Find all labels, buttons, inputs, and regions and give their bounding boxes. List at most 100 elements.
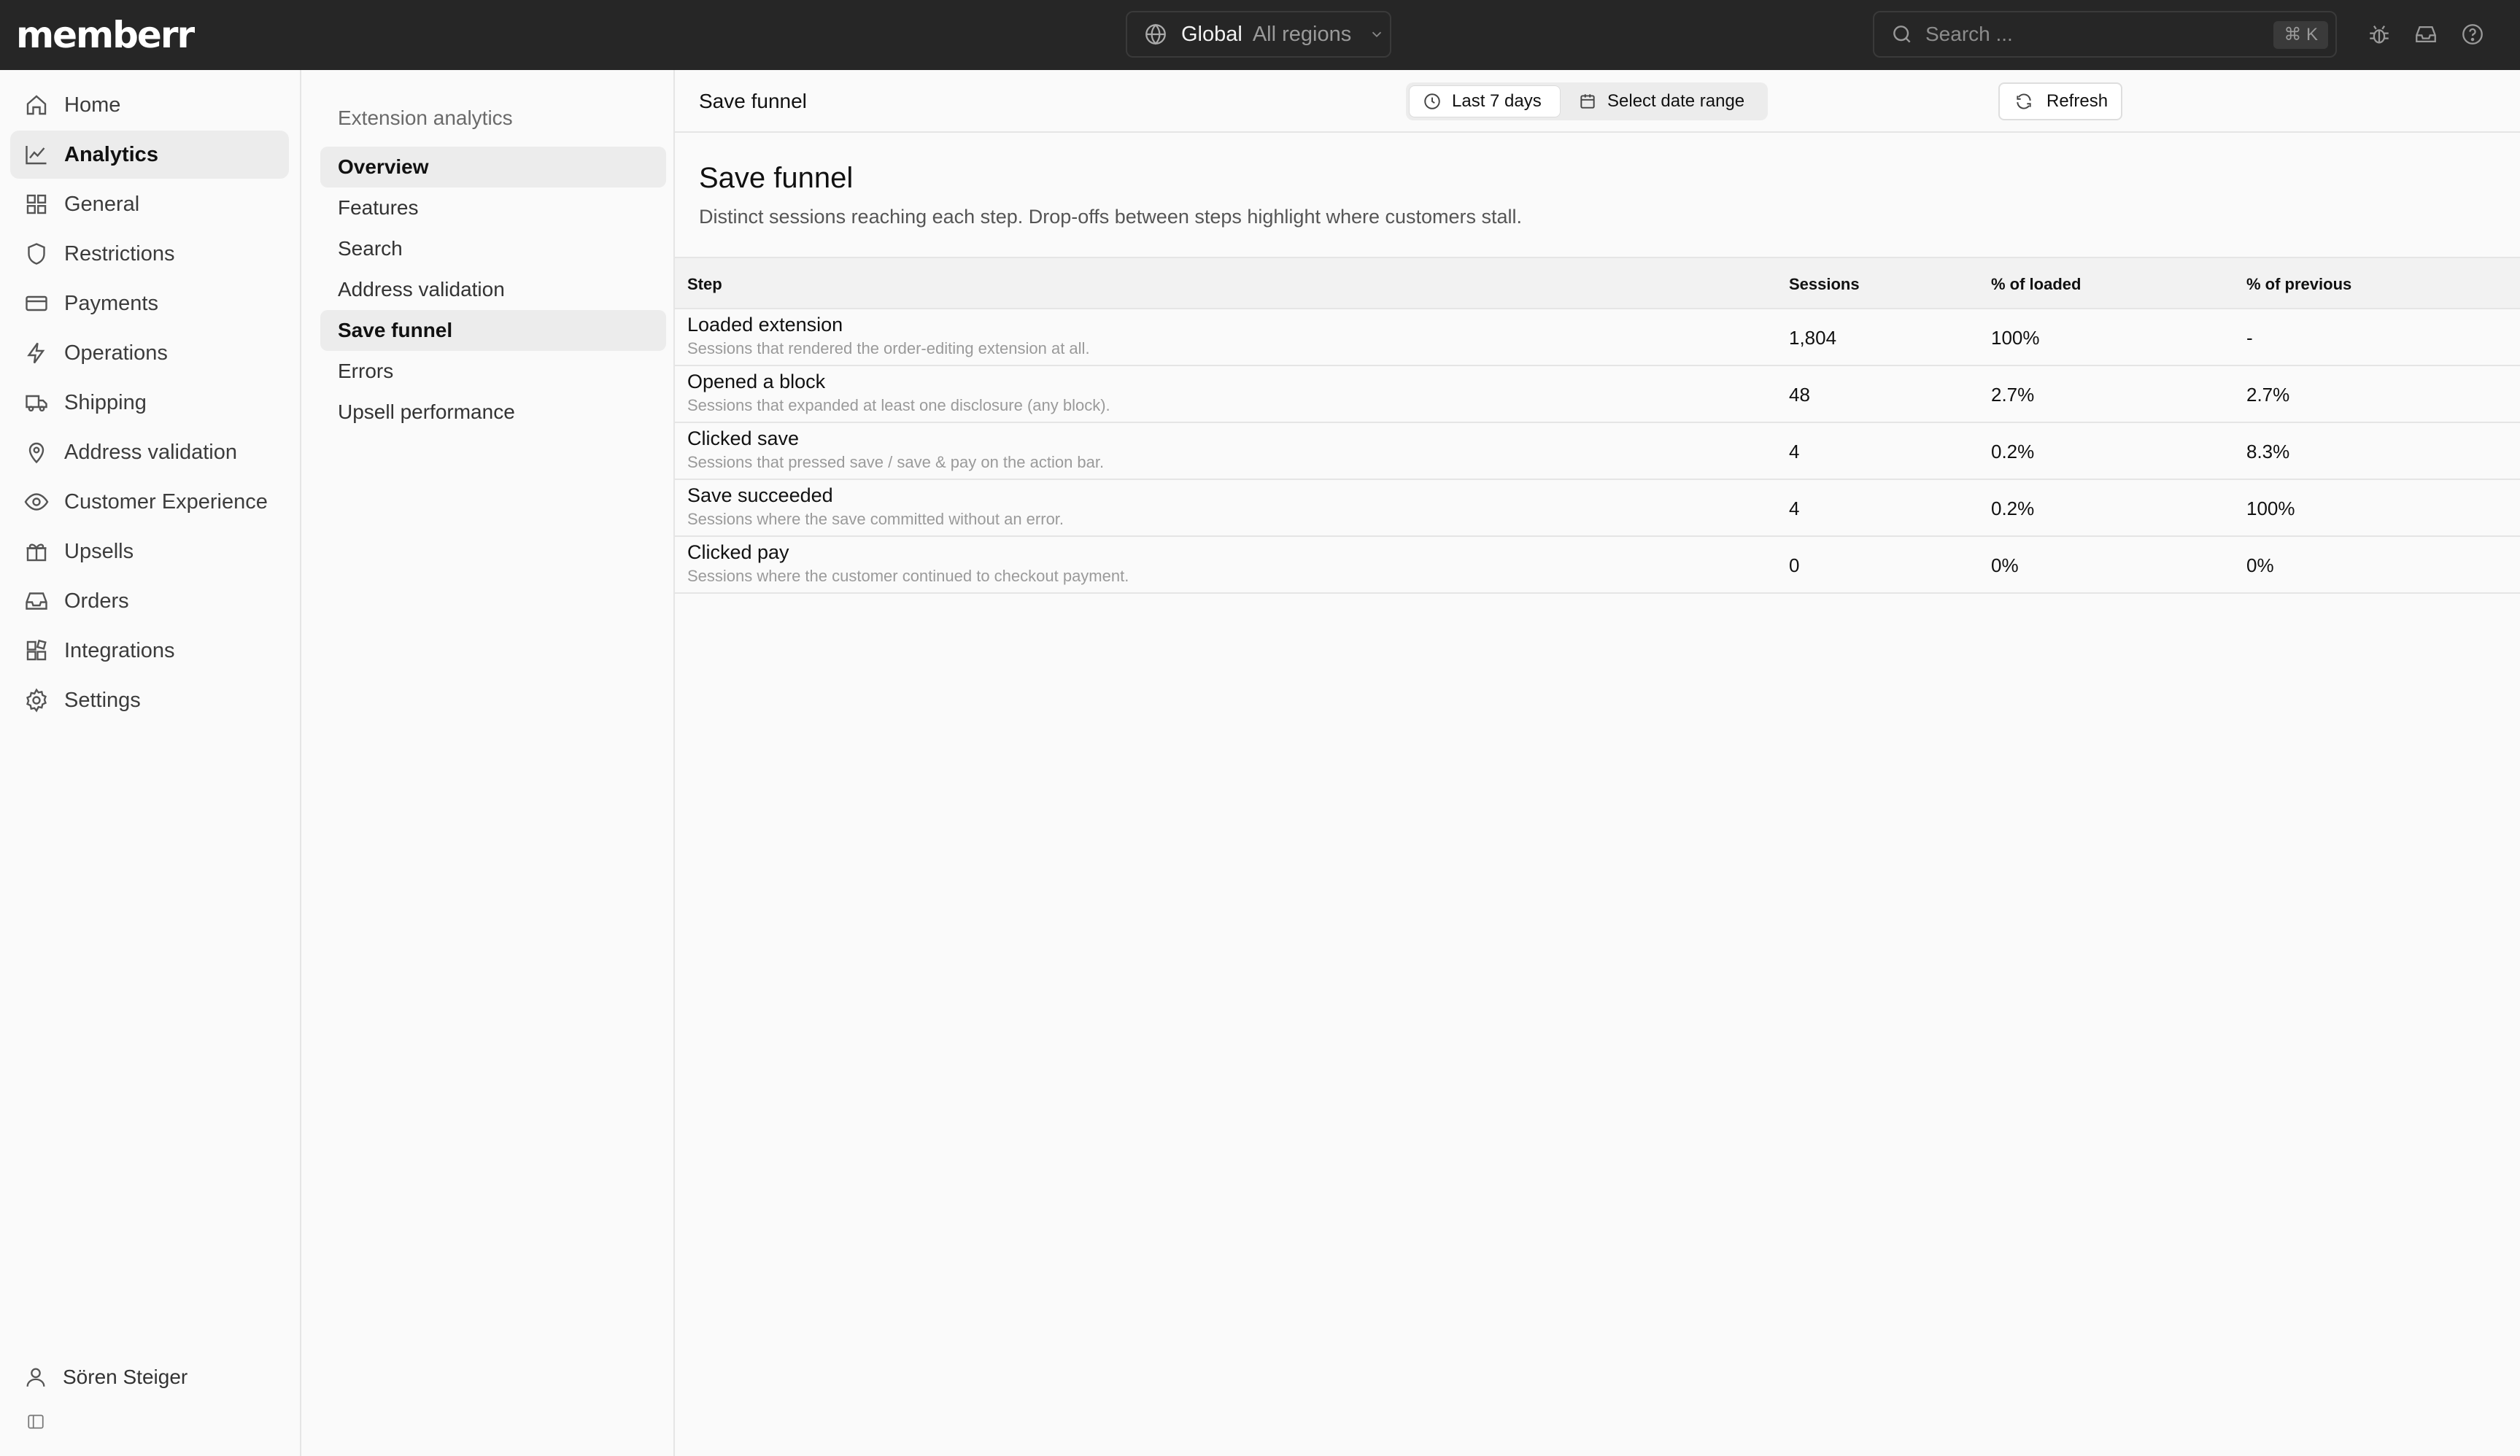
sidebar-item-shipping[interactable]: Shipping bbox=[10, 379, 289, 427]
sidebar-item-customer-experience[interactable]: Customer Experience bbox=[10, 478, 289, 526]
subnav-item-address-validation[interactable]: Address validation bbox=[320, 269, 666, 310]
pct-previous-value: - bbox=[2246, 327, 2253, 349]
step-description: Sessions that expanded at least one disc… bbox=[687, 396, 1110, 414]
subnav-item-errors[interactable]: Errors bbox=[320, 351, 666, 392]
pct-loaded-value: 0.2% bbox=[1991, 441, 2035, 462]
sidebar-item-address-validation[interactable]: Address validation bbox=[10, 428, 289, 476]
map-pin-icon bbox=[28, 442, 45, 464]
inbox-icon[interactable] bbox=[2413, 22, 2438, 47]
subnav-item-features[interactable]: Features bbox=[320, 187, 666, 228]
sidebar-item-label: Integrations bbox=[64, 638, 175, 662]
page-header: Save funnel Refresh Last 7 days Select d… bbox=[675, 70, 2520, 133]
region-selector[interactable]: Global All regions bbox=[1126, 11, 1391, 58]
puzzle-icon bbox=[26, 639, 47, 661]
sidebar-item-orders[interactable]: Orders bbox=[10, 577, 289, 625]
pct-previous-value: 0% bbox=[2246, 554, 2274, 576]
main-content: Save funnel Refresh Last 7 days Select d… bbox=[675, 70, 2520, 1456]
region-scope: Global bbox=[1181, 22, 1242, 46]
subnav-item-overview[interactable]: Overview bbox=[320, 147, 666, 187]
gift-icon bbox=[26, 543, 47, 562]
top-bar: memberr Global All regions Search ... ⌘ … bbox=[0, 0, 2520, 70]
sidebar: Home Analytics General Restrictions Paym… bbox=[0, 70, 301, 1456]
sidebar-item-integrations[interactable]: Integrations bbox=[10, 627, 289, 675]
gear-icon bbox=[26, 688, 47, 713]
sessions-value: 4 bbox=[1789, 441, 1800, 462]
sidebar-item-label: Customer Experience bbox=[64, 489, 268, 514]
page-title: Save funnel bbox=[699, 162, 854, 194]
app-logo[interactable]: memberr bbox=[16, 13, 195, 57]
column-header-pct-previous: % of previous bbox=[2246, 275, 2352, 293]
pct-loaded-value: 2.7% bbox=[1991, 384, 2035, 406]
sidebar-toggle-icon[interactable] bbox=[26, 1412, 45, 1431]
sidebar-item-label: Analytics bbox=[64, 142, 158, 166]
range-label: Last 7 days bbox=[1452, 91, 1542, 111]
subnav-item-search[interactable]: Search bbox=[320, 228, 666, 269]
sessions-value: 1,804 bbox=[1789, 327, 1837, 349]
sidebar-item-restrictions[interactable]: Restrictions bbox=[10, 230, 289, 278]
inbox-icon bbox=[26, 592, 47, 610]
sidebar-item-label: Address validation bbox=[64, 440, 237, 464]
truck-icon bbox=[26, 395, 47, 412]
step-description: Sessions that pressed save / save & pay … bbox=[687, 453, 1105, 471]
range-last-7-days[interactable]: Last 7 days bbox=[1409, 85, 1561, 117]
table-row: Opened a block Sessions that expanded at… bbox=[675, 366, 2520, 423]
refresh-button[interactable]: Refresh bbox=[1998, 82, 2122, 120]
step-name: Opened a block bbox=[687, 371, 826, 392]
sidebar-item-general[interactable]: General bbox=[10, 180, 289, 228]
column-header-pct-loaded: % of loaded bbox=[1991, 275, 2082, 293]
region-value: All regions bbox=[1252, 22, 1352, 46]
pct-previous-value: 100% bbox=[2246, 497, 2295, 519]
sidebar-item-label: Upsells bbox=[64, 539, 134, 563]
help-icon[interactable] bbox=[2460, 22, 2485, 47]
sidebar-item-label: Payments bbox=[64, 291, 158, 315]
subnav-item-save-funnel[interactable]: Save funnel bbox=[320, 310, 666, 351]
sessions-value: 0 bbox=[1789, 554, 1800, 576]
sidebar-item-settings[interactable]: Settings bbox=[10, 676, 289, 724]
user-menu[interactable]: Sören Steiger bbox=[23, 1365, 188, 1390]
sidebar-item-label: Operations bbox=[64, 341, 168, 365]
pct-loaded-value: 100% bbox=[1991, 327, 2040, 349]
home-icon bbox=[26, 95, 47, 115]
custom-range-label: Select date range bbox=[1607, 91, 1745, 111]
sidebar-item-label: Home bbox=[64, 93, 121, 117]
subnav-item-upsell-performance[interactable]: Upsell performance bbox=[320, 392, 666, 433]
sidebar-item-label: Settings bbox=[64, 688, 141, 712]
user-name: Sören Steiger bbox=[63, 1366, 188, 1388]
sidebar-item-label: General bbox=[64, 192, 140, 216]
select-date-range-button[interactable]: Select date range bbox=[1565, 85, 1763, 117]
subnav-title: Extension analytics bbox=[338, 107, 513, 129]
table-row: Save succeeded Sessions where the save c… bbox=[675, 480, 2520, 537]
sidebar-item-operations[interactable]: Operations bbox=[10, 329, 289, 377]
sessions-value: 4 bbox=[1789, 497, 1800, 519]
sidebar-item-label: Shipping bbox=[64, 390, 147, 414]
pct-loaded-value: 0% bbox=[1991, 554, 2019, 576]
credit-card-icon bbox=[26, 295, 47, 311]
pct-previous-value: 2.7% bbox=[2246, 384, 2290, 406]
sidebar-item-payments[interactable]: Payments bbox=[10, 279, 289, 328]
search-input[interactable]: Search ... ⌘ K bbox=[1873, 11, 2337, 58]
sidebar-item-upsells[interactable]: Upsells bbox=[10, 527, 289, 576]
sidebar-item-label: Restrictions bbox=[64, 241, 175, 266]
step-name: Save succeeded bbox=[687, 484, 833, 506]
table-row: Clicked pay Sessions where the customer … bbox=[675, 537, 2520, 594]
refresh-label: Refresh bbox=[2046, 91, 2109, 111]
shield-icon bbox=[28, 243, 45, 265]
breadcrumb: Save funnel bbox=[699, 90, 807, 112]
search-placeholder: Search ... bbox=[1925, 23, 2013, 45]
column-header-sessions: Sessions bbox=[1789, 275, 1860, 293]
table-row: Clicked save Sessions that pressed save … bbox=[675, 423, 2520, 480]
user-icon bbox=[26, 1368, 45, 1387]
step-name: Loaded extension bbox=[687, 314, 843, 336]
sidebar-item-analytics[interactable]: Analytics bbox=[10, 131, 289, 179]
search-shortcut: ⌘ K bbox=[2273, 21, 2328, 49]
sidebar-item-home[interactable]: Home bbox=[10, 81, 289, 129]
step-description: Sessions where the save committed withou… bbox=[687, 510, 1064, 528]
pct-previous-value: 8.3% bbox=[2246, 441, 2290, 462]
step-name: Clicked pay bbox=[687, 541, 789, 563]
step-description: Sessions that rendered the order-editing… bbox=[687, 339, 1090, 357]
refresh-icon bbox=[2017, 93, 2031, 109]
pct-loaded-value: 0.2% bbox=[1991, 497, 2035, 519]
eye-icon bbox=[24, 493, 49, 511]
bug-icon[interactable] bbox=[2367, 22, 2392, 47]
date-range-toggle: Last 7 days Select date range bbox=[1406, 82, 1768, 120]
